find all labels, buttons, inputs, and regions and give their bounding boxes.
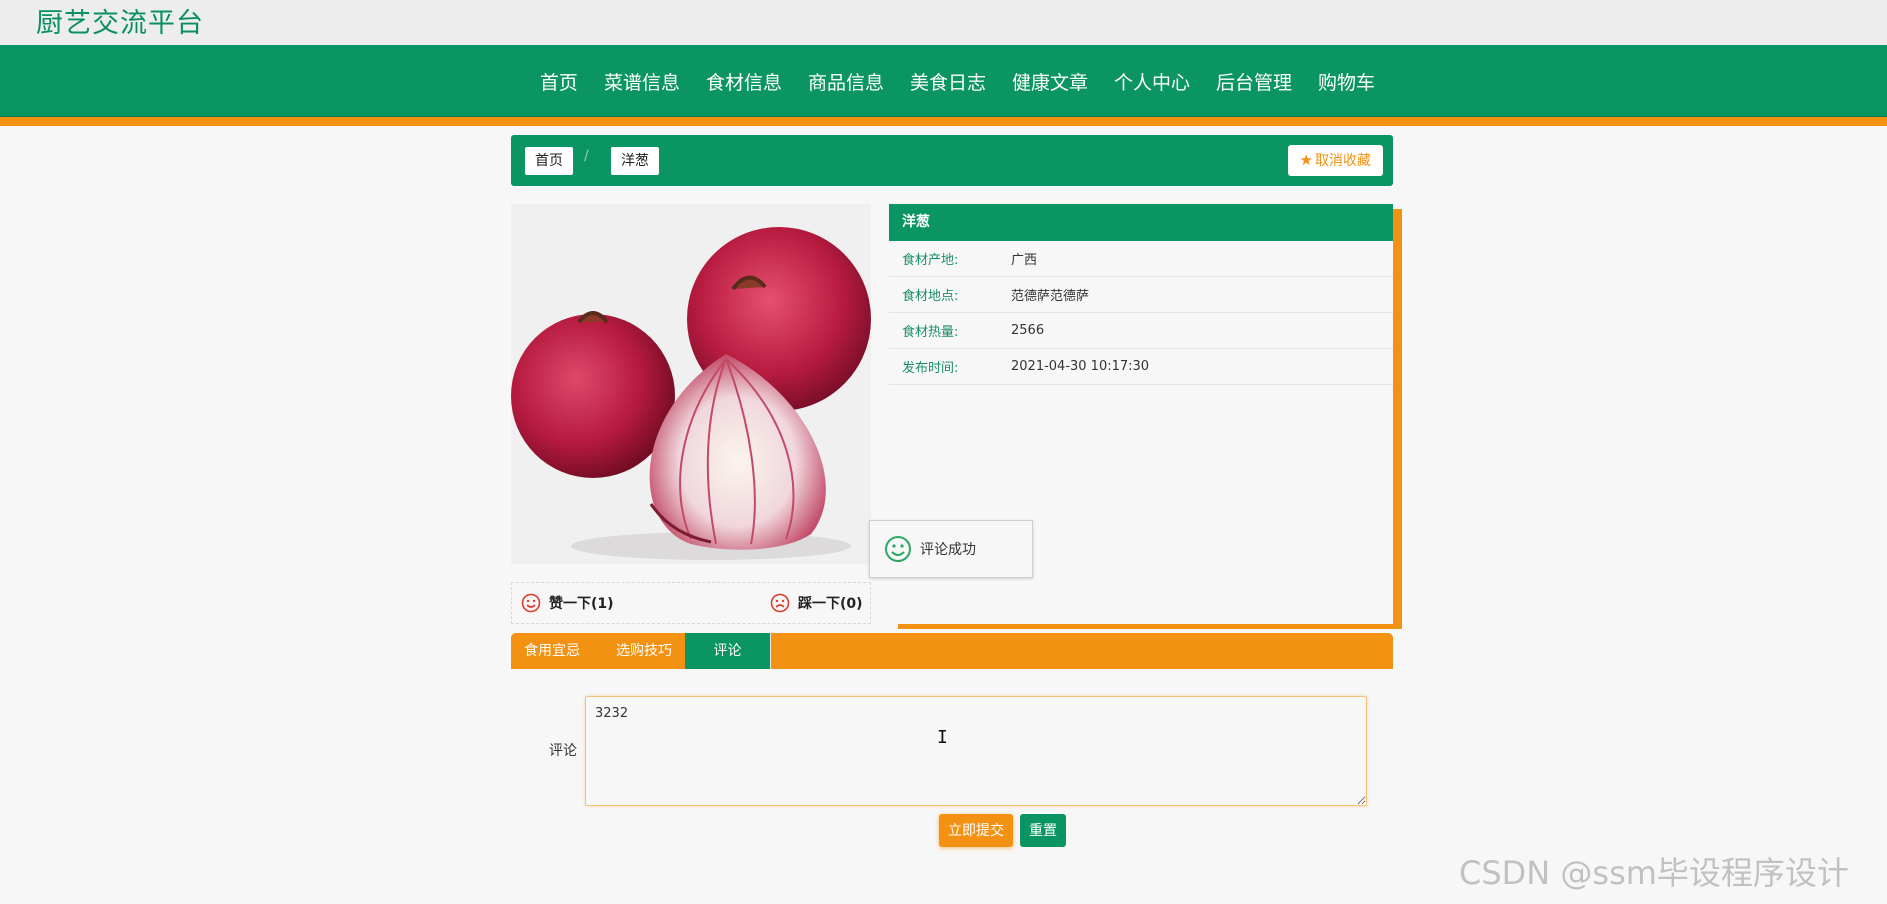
nav-item-recipes[interactable]: 菜谱信息 — [591, 68, 693, 95]
tab-comments[interactable]: 评论 — [685, 633, 771, 669]
submit-button[interactable]: 立即提交 — [939, 814, 1013, 847]
breadcrumb-home[interactable]: 首页 — [525, 147, 573, 175]
smile-icon — [521, 593, 541, 613]
main-nav: 首页 菜谱信息 食材信息 商品信息 美食日志 健康文章 个人中心 后台管理 购物… — [0, 45, 1887, 117]
nav-item-food-journal[interactable]: 美食日志 — [897, 68, 999, 95]
toast-message: 评论成功 — [920, 542, 976, 558]
smile-icon — [885, 536, 911, 562]
detail-row-location: 食材地点: 范德萨范德萨 — [889, 277, 1393, 313]
nav-item-user-center[interactable]: 个人中心 — [1101, 68, 1203, 95]
detail-label: 食材产地: — [902, 253, 959, 268]
site-title[interactable]: 厨艺交流平台 — [36, 1, 204, 40]
nav-item-admin[interactable]: 后台管理 — [1203, 68, 1305, 95]
watermark: CSDN @ssm毕设程序设计 — [1459, 854, 1849, 892]
reset-button[interactable]: 重置 — [1020, 814, 1066, 847]
ingredient-name: 洋葱 — [889, 204, 1393, 241]
nav-item-cart[interactable]: 购物车 — [1305, 68, 1388, 95]
nav-item-products[interactable]: 商品信息 — [795, 68, 897, 95]
detail-label: 食材地点: — [902, 289, 959, 304]
nav-item-home[interactable]: 首页 — [527, 68, 591, 95]
dislike-label: 踩一下(0) — [798, 596, 863, 612]
tab-eating-tips[interactable]: 食用宜忌 — [511, 633, 593, 669]
success-toast: 评论成功 — [869, 520, 1033, 578]
unfavorite-label: 取消收藏 — [1315, 153, 1371, 169]
ingredient-image — [511, 204, 871, 564]
breadcrumb: 首页 洋葱 ★ 取消收藏 — [511, 135, 1393, 186]
accent-strip — [0, 117, 1887, 126]
star-icon: ★ — [1299, 151, 1313, 169]
detail-label: 发布时间: — [902, 361, 959, 376]
breadcrumb-separator: / — [584, 148, 589, 164]
detail-value: 广西 — [1011, 253, 1038, 268]
comment-label: 评论 — [549, 743, 577, 759]
text-cursor-icon: I — [937, 727, 948, 748]
top-header: 厨艺交流平台 — [0, 0, 1887, 45]
like-button[interactable]: 赞一下(1) — [521, 593, 614, 613]
nav-item-health-articles[interactable]: 健康文章 — [999, 68, 1101, 95]
like-label: 赞一下(1) — [549, 596, 614, 612]
detail-row-publish-time: 发布时间: 2021-04-30 10:17:30 — [889, 349, 1393, 385]
nav-list: 首页 菜谱信息 食材信息 商品信息 美食日志 健康文章 个人中心 后台管理 购物… — [0, 45, 1887, 117]
detail-label: 食材热量: — [902, 325, 959, 340]
nav-item-ingredients[interactable]: 食材信息 — [693, 68, 795, 95]
comment-input[interactable]: 3232 — [585, 696, 1367, 806]
detail-value: 2021-04-30 10:17:30 — [1011, 359, 1150, 374]
detail-value: 2566 — [1011, 323, 1045, 338]
detail-value: 范德萨范德萨 — [1011, 289, 1090, 304]
dislike-button[interactable]: 踩一下(0) — [770, 593, 863, 613]
detail-row-calories: 食材热量: 2566 — [889, 313, 1393, 349]
unfavorite-button[interactable]: ★ 取消收藏 — [1287, 145, 1383, 176]
vote-row: 赞一下(1) 踩一下(0) — [511, 582, 871, 624]
tab-buying-tips[interactable]: 选购技巧 — [593, 633, 695, 669]
detail-row-origin: 食材产地: 广西 — [889, 241, 1393, 277]
breadcrumb-current: 洋葱 — [611, 147, 659, 175]
frown-icon — [770, 593, 790, 613]
detail-tabs: 食用宜忌 选购技巧 评论 — [511, 633, 1393, 669]
onion-image — [511, 204, 871, 564]
